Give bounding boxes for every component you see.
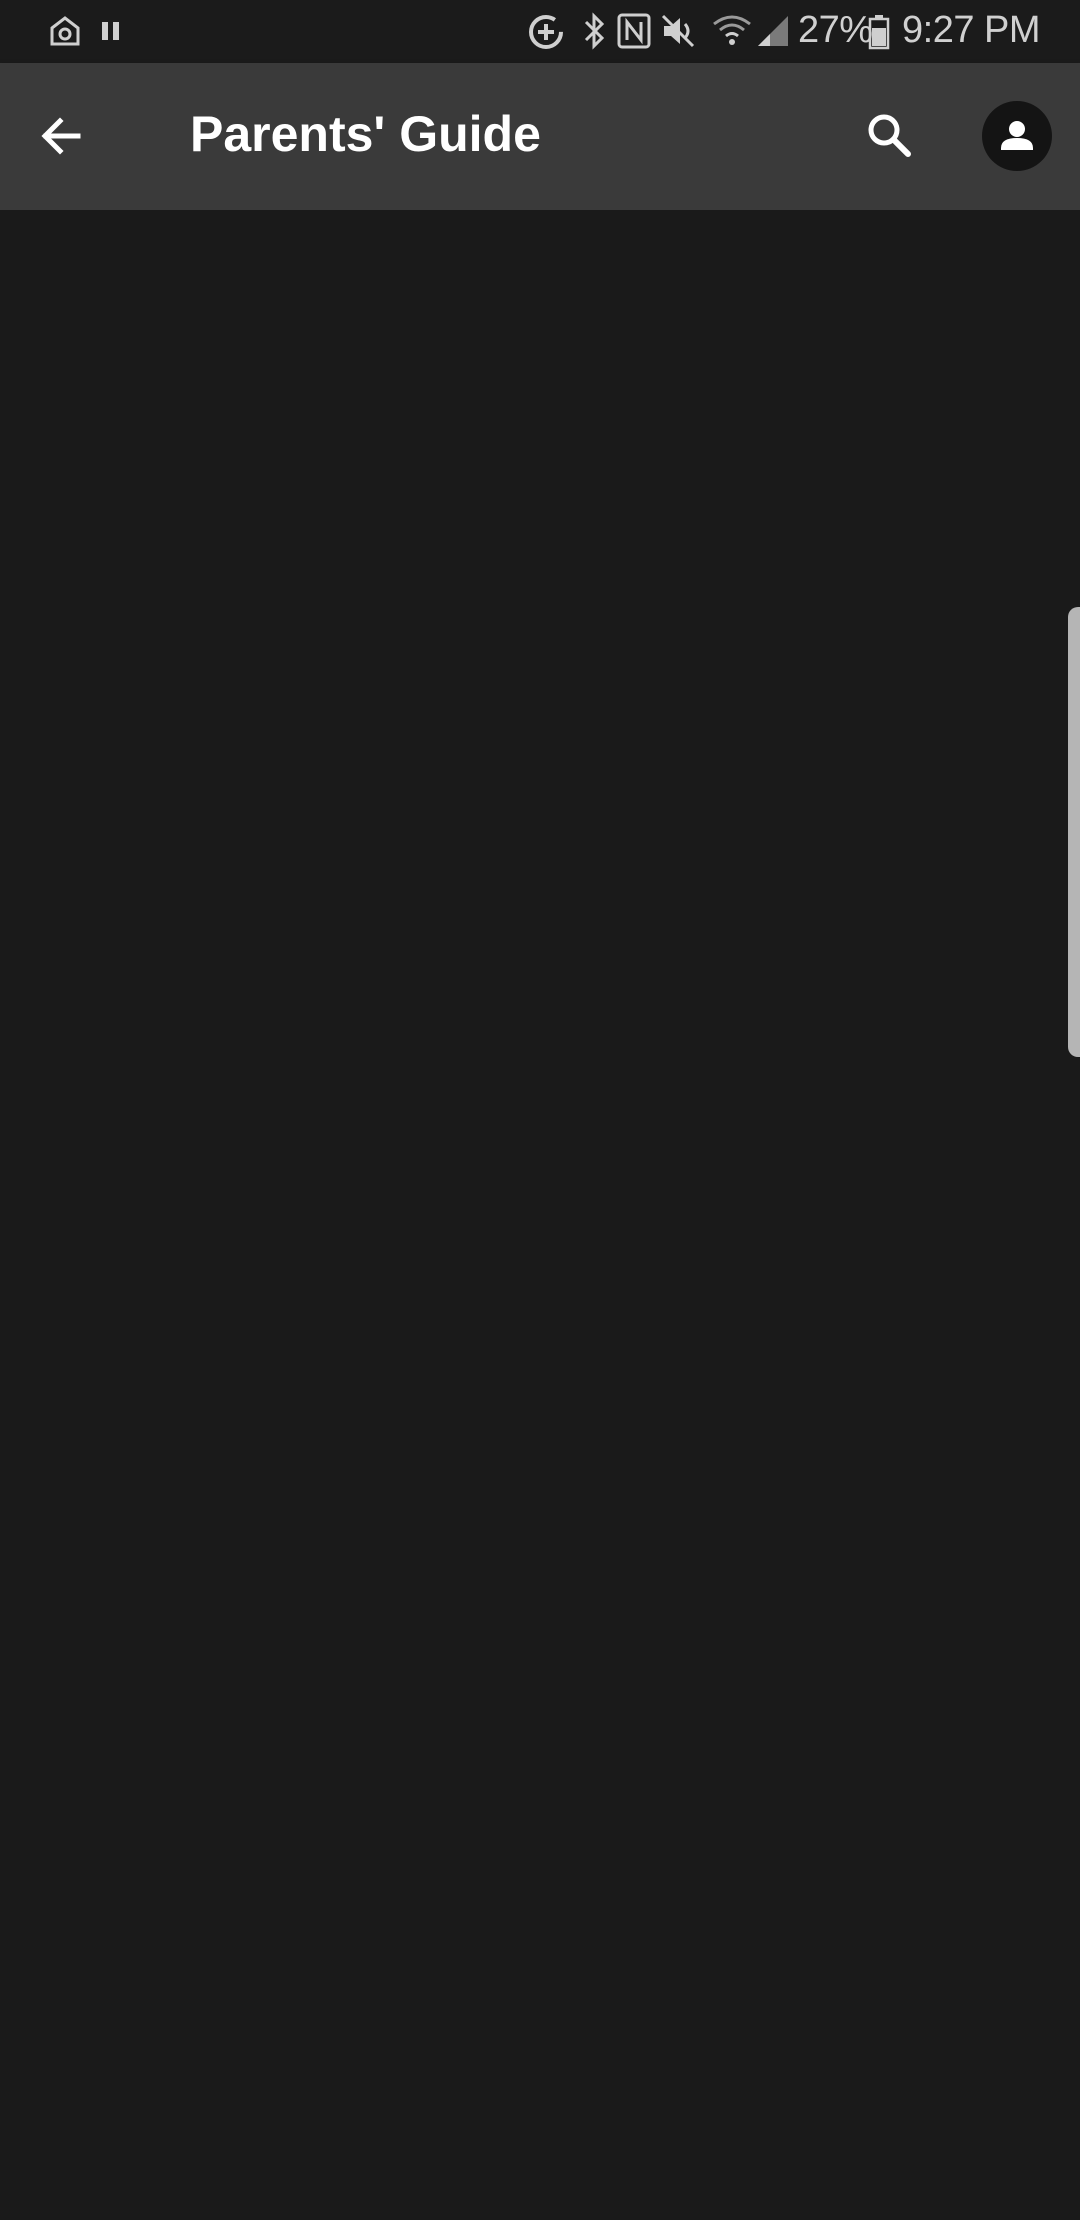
battery-percent: 27% bbox=[798, 9, 873, 51]
back-button[interactable] bbox=[30, 105, 92, 167]
wifi-icon bbox=[713, 15, 751, 45]
app-bar: Parents' Guide bbox=[0, 63, 1080, 210]
page-title: Parents' Guide bbox=[190, 106, 541, 162]
nfc-icon bbox=[617, 13, 651, 49]
status-bar: 27% 9:27 PM bbox=[0, 0, 1080, 63]
account-button[interactable] bbox=[982, 101, 1052, 171]
mute-icon bbox=[661, 14, 695, 48]
content-area bbox=[0, 210, 1080, 2220]
signal-icon bbox=[758, 16, 788, 46]
clock: 9:27 PM bbox=[902, 9, 1041, 51]
screen: 27% 9:27 PM Parents' Guide bbox=[0, 0, 1080, 2220]
bluetooth-icon bbox=[584, 12, 605, 50]
edge-panel-handle[interactable] bbox=[1068, 607, 1080, 1057]
arrow-left-icon bbox=[41, 117, 81, 155]
home-camera-icon bbox=[50, 16, 80, 46]
search-icon bbox=[868, 114, 911, 157]
data-saver-icon bbox=[529, 15, 563, 49]
account-icon bbox=[1001, 121, 1033, 150]
battery-icon bbox=[868, 15, 890, 50]
pause-icon bbox=[102, 22, 119, 40]
search-button[interactable] bbox=[858, 105, 920, 167]
